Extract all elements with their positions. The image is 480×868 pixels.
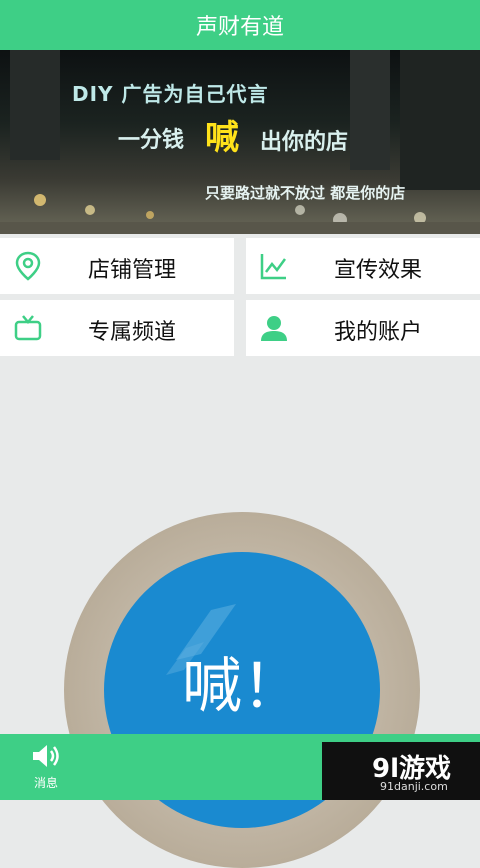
message-label: 消息 (33, 776, 58, 790)
menu-promo-effect[interactable]: 宣传效果 (246, 238, 480, 294)
top-bar: 声财有道 (0, 0, 480, 50)
banner-ad[interactable]: DIY 广告为自己代言 一分钱 喊 出你的店 只要路过就不放过 都是你的店 (0, 50, 480, 234)
menu-label: 我的账户 (333, 320, 422, 345)
menu-store-management[interactable]: 店铺管理 (0, 238, 234, 294)
shout-button-label: 喊！ (182, 652, 302, 722)
app-title: 声财有道 (195, 15, 284, 40)
shout-button-ring: 喊！ (64, 512, 420, 868)
banner-line-2-prefix: 一分钱 (118, 128, 185, 153)
menu-exclusive-channel[interactable]: 专属频道 (0, 300, 234, 356)
message-button[interactable]: 消息 (26, 742, 66, 791)
banner-highlight: 喊 (205, 118, 239, 158)
banner-line-2-suffix: 出你的店 (260, 130, 349, 155)
menu-my-account[interactable]: 我的账户 (246, 300, 480, 356)
speaker-icon (33, 745, 59, 767)
banner-line-3: 只要路过就不放过 都是你的店 (205, 184, 406, 202)
menu-label: 店铺管理 (87, 258, 176, 283)
watermark: 9l游戏 91danji.com (322, 742, 480, 800)
watermark-url: 91danji.com (380, 780, 448, 793)
menu-label: 专属频道 (87, 320, 176, 345)
banner-line-1: DIY 广告为自己代言 (72, 82, 269, 106)
menu-label: 宣传效果 (333, 258, 422, 283)
